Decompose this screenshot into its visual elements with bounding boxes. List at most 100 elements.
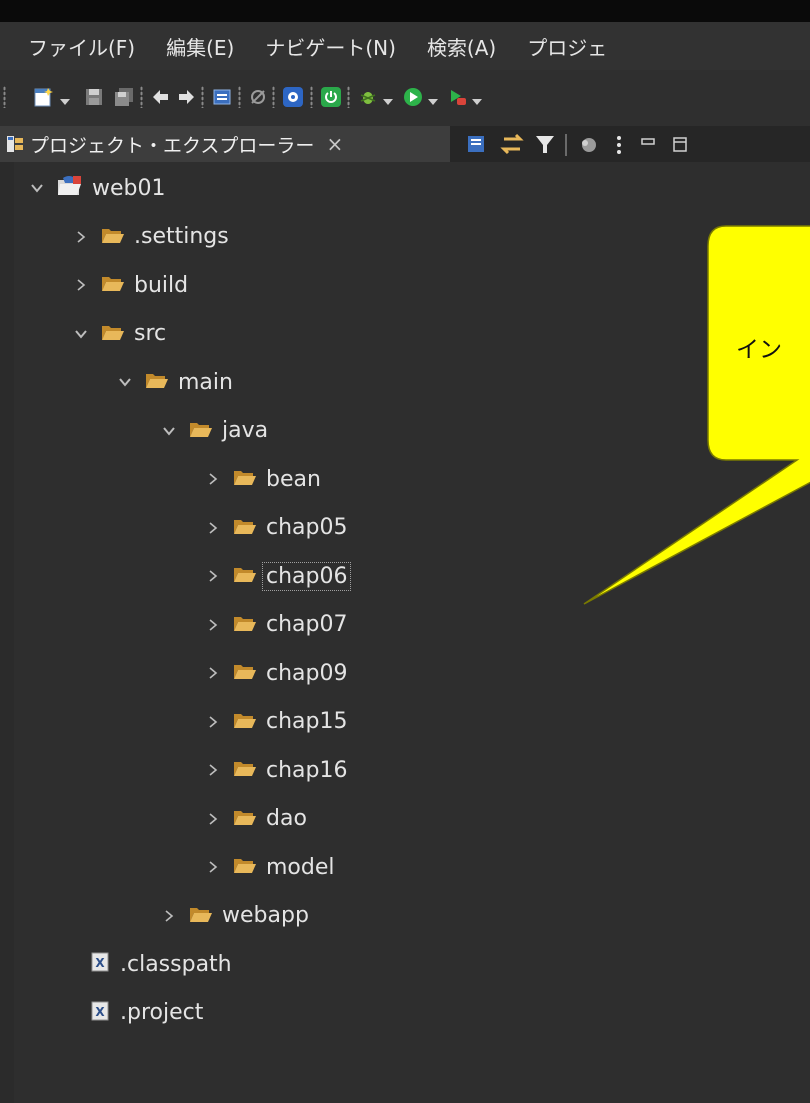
folder-icon xyxy=(101,225,125,249)
tree-item-label: src xyxy=(134,321,167,346)
folder-icon xyxy=(189,419,213,443)
chevron-down-icon[interactable] xyxy=(383,92,393,105)
tree-item-label: build xyxy=(134,272,189,298)
project-explorer-icon xyxy=(6,135,24,153)
external-tools-icon[interactable] xyxy=(447,86,469,108)
save-icon[interactable] xyxy=(83,86,105,108)
chevron-right-icon[interactable] xyxy=(205,471,221,487)
view-tab-bar: プロジェクト・エクスプローラー × xyxy=(0,126,810,162)
folder-icon xyxy=(233,807,257,831)
menu-search[interactable]: 検索(A) xyxy=(427,32,496,61)
chevron-right-icon[interactable] xyxy=(205,568,221,584)
redo-icon[interactable] xyxy=(175,86,197,108)
console-icon[interactable] xyxy=(211,86,233,108)
close-icon[interactable]: × xyxy=(326,132,343,156)
folder-icon xyxy=(233,758,257,782)
folder-icon xyxy=(233,661,257,685)
tree-item-label: .settings xyxy=(134,224,229,249)
tree-item-label: chap09 xyxy=(266,660,348,686)
tree-item[interactable]: chap06 xyxy=(205,556,352,596)
tree-item[interactable]: web01 xyxy=(29,168,166,208)
tree-item[interactable]: X .project xyxy=(89,993,203,1033)
chevron-right-icon[interactable] xyxy=(161,908,177,924)
debug-icon[interactable] xyxy=(357,86,379,108)
tree-item[interactable]: chap05 xyxy=(205,508,347,548)
toolbar-separator xyxy=(3,86,6,108)
title-bar xyxy=(0,0,810,22)
power-icon[interactable] xyxy=(320,86,342,108)
save-all-icon[interactable] xyxy=(113,86,135,108)
menu-edit[interactable]: 編集(E) xyxy=(166,32,234,61)
tree-item-label: dao xyxy=(266,806,307,831)
tree-item-label: chap06 xyxy=(261,561,352,591)
menu-navigate[interactable]: ナビゲート(N) xyxy=(265,32,396,61)
chevron-down-icon[interactable] xyxy=(428,92,438,105)
tree-item[interactable]: java xyxy=(161,411,268,451)
tree-item[interactable]: chap09 xyxy=(205,653,347,693)
toolbar-separator xyxy=(201,86,204,108)
tree-item-label: .project xyxy=(120,1000,204,1025)
server-settings-icon[interactable] xyxy=(282,86,304,108)
tab-project-explorer[interactable]: プロジェクト・エクスプローラー × xyxy=(0,126,450,162)
tree-item-label: main xyxy=(178,369,233,395)
chevron-down-icon[interactable] xyxy=(29,180,45,196)
svg-text:X: X xyxy=(95,956,105,970)
new-icon[interactable] xyxy=(33,86,55,108)
folder-icon xyxy=(233,613,257,637)
chevron-right-icon[interactable] xyxy=(205,617,221,633)
tree-item[interactable]: webapp xyxy=(161,896,309,936)
tree-item[interactable]: chap16 xyxy=(205,750,347,790)
chevron-right-icon[interactable] xyxy=(205,762,221,778)
menu-project[interactable]: プロジェ xyxy=(527,32,607,61)
folder-icon xyxy=(233,516,257,540)
chevron-right-icon[interactable] xyxy=(205,665,221,681)
tree-item[interactable]: model xyxy=(205,847,335,887)
toolbar-divider xyxy=(565,134,567,156)
chevron-down-icon[interactable] xyxy=(472,92,482,105)
chevron-right-icon[interactable] xyxy=(205,520,221,536)
view-menu-icon[interactable] xyxy=(617,136,621,154)
toolbar-separator xyxy=(310,86,313,108)
skip-breakpoints-icon[interactable] xyxy=(247,86,269,108)
chevron-right-icon[interactable] xyxy=(73,229,89,245)
chevron-down-icon[interactable] xyxy=(60,92,70,105)
folder-icon xyxy=(101,322,125,346)
tree-item[interactable]: .settings xyxy=(73,217,229,257)
tree-item-label: java xyxy=(222,418,269,443)
tree-item[interactable]: src xyxy=(73,314,166,354)
run-icon[interactable] xyxy=(402,86,424,108)
eclipse-window: ファイル(F) 編集(E) ナビゲート(N) 検索(A) プロジェ プロジェクト… xyxy=(0,0,810,1103)
chevron-right-icon[interactable] xyxy=(73,277,89,293)
tree-item[interactable]: chap15 xyxy=(205,702,347,742)
chevron-down-icon[interactable] xyxy=(117,374,133,390)
chevron-down-icon[interactable] xyxy=(73,326,89,342)
project-icon xyxy=(57,174,83,202)
chevron-down-icon[interactable] xyxy=(161,423,177,439)
folder-icon xyxy=(145,370,169,394)
tree-item[interactable]: X .classpath xyxy=(89,944,232,984)
toolbar-separator xyxy=(272,86,275,108)
tree-item-label: chap05 xyxy=(266,515,348,540)
focus-icon[interactable] xyxy=(582,138,596,152)
link-with-editor-icon[interactable] xyxy=(500,133,524,155)
tree-item[interactable]: dao xyxy=(205,799,307,839)
view-actions xyxy=(466,133,806,157)
collapse-all-icon[interactable] xyxy=(468,136,484,152)
tree-item-label: chap15 xyxy=(266,709,348,734)
tree-item-label: bean xyxy=(266,466,321,492)
tree-item[interactable]: bean xyxy=(205,459,321,499)
tree-item-label: web01 xyxy=(92,175,166,201)
chevron-right-icon[interactable] xyxy=(205,811,221,827)
menu-bar: ファイル(F) 編集(E) ナビゲート(N) 検索(A) プロジェ xyxy=(0,22,810,70)
minimize-icon[interactable] xyxy=(641,138,655,145)
tree-item[interactable]: main xyxy=(117,362,233,402)
menu-file[interactable]: ファイル(F) xyxy=(28,32,135,61)
chevron-right-icon[interactable] xyxy=(205,859,221,875)
tree-item[interactable]: chap07 xyxy=(205,605,347,645)
filter-icon[interactable] xyxy=(536,136,554,153)
folder-icon xyxy=(101,273,125,297)
maximize-icon[interactable] xyxy=(673,137,687,152)
undo-icon[interactable] xyxy=(150,86,172,108)
tree-item[interactable]: build xyxy=(73,265,188,305)
chevron-right-icon[interactable] xyxy=(205,714,221,730)
